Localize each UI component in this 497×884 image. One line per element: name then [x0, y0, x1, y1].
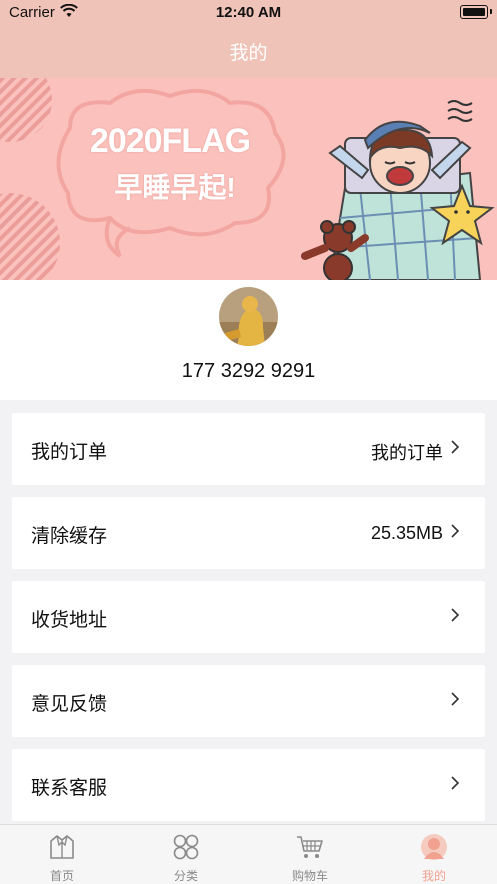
promo-banner[interactable]: 2020FLAG 早睡早起! — [0, 78, 497, 280]
profile-card: 177 3292 9291 — [0, 280, 497, 400]
phone-number: 177 3292 9291 — [181, 360, 316, 382]
battery-icon — [460, 5, 492, 19]
chevron-right-icon — [451, 440, 460, 454]
menu-label: 清除缓存 — [31, 526, 108, 547]
tab-label: 购物车 — [291, 869, 328, 883]
banner-headline: 2020FLAG — [89, 122, 251, 160]
menu-label: 我的订单 — [31, 442, 108, 463]
category-grid-icon — [173, 834, 199, 860]
chevron-right-icon — [451, 692, 460, 706]
status-bar: Carrier 12:40 AM — [0, 0, 497, 26]
top-bar: Carrier 12:40 AM 我的 — [0, 0, 497, 78]
menu-clear-cache[interactable]: 清除缓存 25.35MB — [12, 497, 485, 569]
tab-label: 分类 — [173, 869, 198, 883]
tab-home[interactable]: 首页 — [0, 825, 124, 884]
profile-icon — [421, 834, 447, 860]
menu-value: 我的订单 — [371, 443, 443, 463]
tab-category[interactable]: 分类 — [124, 825, 248, 884]
menu-feedback[interactable]: 意见反馈 — [12, 665, 485, 737]
chevron-right-icon — [451, 524, 460, 538]
menu-label: 联系客服 — [31, 778, 108, 799]
tab-label: 我的 — [421, 869, 446, 883]
menu-customer-service[interactable]: 联系客服 — [12, 749, 485, 821]
tab-bar: 首页 分类 购物车 我的 — [0, 824, 497, 884]
tab-cart[interactable]: 购物车 — [248, 825, 372, 884]
chevron-right-icon — [451, 776, 460, 790]
menu-shipping-address[interactable]: 收货地址 — [12, 581, 485, 653]
cache-size: 25.35MB — [370, 523, 443, 543]
tab-profile[interactable]: 我的 — [372, 825, 496, 884]
tab-label: 首页 — [49, 869, 74, 883]
avatar[interactable] — [219, 287, 278, 346]
menu-my-orders[interactable]: 我的订单 我的订单 — [12, 413, 485, 485]
clock: 12:40 AM — [215, 4, 282, 21]
menu-label: 意见反馈 — [31, 694, 108, 715]
avatar-image — [219, 287, 278, 346]
page-title: 我的 — [229, 43, 268, 64]
banner-subheadline: 早睡早起! — [114, 172, 236, 203]
chevron-right-icon — [451, 608, 460, 622]
menu-label: 收货地址 — [31, 610, 108, 631]
cart-icon — [297, 836, 323, 858]
home-jacket-icon — [50, 835, 74, 859]
